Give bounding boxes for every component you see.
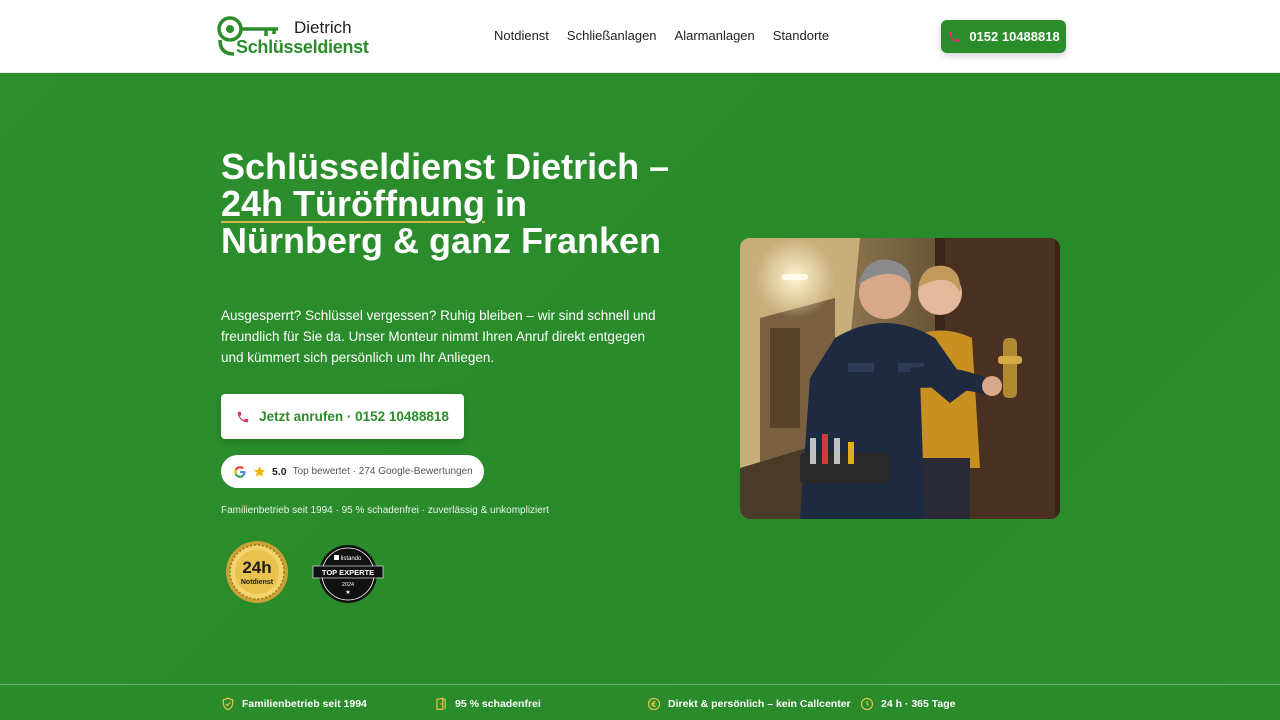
top-experte-seal-icon: listando TOP EXPERTE 2024 ★ — [312, 545, 384, 603]
hero-photo — [740, 238, 1060, 519]
door-icon — [436, 697, 446, 710]
clock-icon — [860, 697, 874, 711]
euro-coin-icon — [647, 697, 661, 711]
nav-item-alarmanlagen[interactable]: Alarmanlagen — [675, 28, 755, 43]
hero-title: Schlüsseldienst Dietrich – 24h Türöffnun… — [221, 148, 681, 259]
brand-top: Dietrich — [294, 18, 352, 37]
trust-item-personal: Direkt & persönlich – kein Callcenter — [647, 697, 851, 711]
nav-item-schliessanlagen[interactable]: Schließanlagen — [567, 28, 657, 43]
hero-subtitle: Ausgesperrt? Schlüssel vergessen? Ruhig … — [221, 308, 656, 365]
nav-item-standorte[interactable]: Standorte — [773, 28, 829, 43]
hero-tagline: Familienbetrieb seit 1994 · 95 % schaden… — [221, 505, 549, 516]
badge-year-text: 2024 — [342, 582, 354, 588]
phone-icon — [949, 31, 960, 42]
google-rating-badge[interactable]: 5.0 Top bewertet · 274 Google-Bewertunge… — [221, 455, 484, 488]
rating-text: Top bewertet · 274 Google-Bewertungen — [292, 466, 473, 477]
site-header: Dietrich Schlüsseldienst Notdienst Schli… — [0, 0, 1280, 73]
badge-24h-notdienst: 24h Notdienst — [225, 540, 289, 604]
trust-item-label: Familienbetrieb seit 1994 — [242, 698, 367, 710]
header-call-button[interactable]: 0152 10488818 — [941, 20, 1066, 53]
badge-notdienst-text: Notdienst — [241, 579, 274, 586]
trust-item-hours: 24 h · 365 Tage — [860, 697, 956, 711]
gold-seal-icon: 24h Notdienst — [226, 541, 288, 603]
rating-score: 5.0 — [272, 465, 287, 478]
trust-item-family: Familienbetrieb seit 1994 — [221, 697, 367, 711]
badge-top-experte: listando TOP EXPERTE 2024 ★ — [312, 544, 384, 604]
shield-check-icon — [222, 697, 234, 711]
header-call-label: 0152 10488818 — [969, 29, 1060, 44]
hero-section: Schlüsseldienst Dietrich – 24h Türöffnun… — [0, 74, 1280, 684]
brand-main: Schlüsseldienst — [236, 37, 369, 57]
badge-listando-text: listando — [341, 556, 362, 562]
nav-item-notdienst[interactable]: Notdienst — [494, 28, 549, 43]
trust-item-label: 24 h · 365 Tage — [881, 698, 956, 710]
google-icon — [234, 465, 246, 478]
logo[interactable]: Dietrich Schlüsseldienst — [216, 14, 369, 60]
hero-title-part1: Schlüsseldienst Dietrich – — [221, 146, 670, 187]
star-icon — [253, 466, 266, 477]
svg-text:★: ★ — [345, 589, 350, 596]
trust-strip: Familienbetrieb seit 1994 95 % schadenfr… — [0, 684, 1280, 720]
call-now-button[interactable]: Jetzt anrufen · 0152 10488818 — [221, 394, 464, 439]
trust-item-label: Direkt & persönlich – kein Callcenter — [668, 698, 851, 710]
locksmith-photo — [740, 238, 1060, 519]
trust-item-label: 95 % schadenfrei — [455, 698, 541, 710]
badge-top-experte-text: TOP EXPERTE — [322, 568, 374, 577]
trust-item-damage-free: 95 % schadenfrei — [434, 697, 541, 711]
badge-24h-text: 24h — [242, 558, 271, 577]
main-nav: Notdienst Schließanlagen Alarmanlagen St… — [494, 28, 829, 43]
phone-icon — [237, 411, 249, 422]
call-now-label: Jetzt anrufen · 0152 10488818 — [259, 409, 449, 424]
hero-title-highlight: 24h Türöffnung — [221, 183, 485, 224]
